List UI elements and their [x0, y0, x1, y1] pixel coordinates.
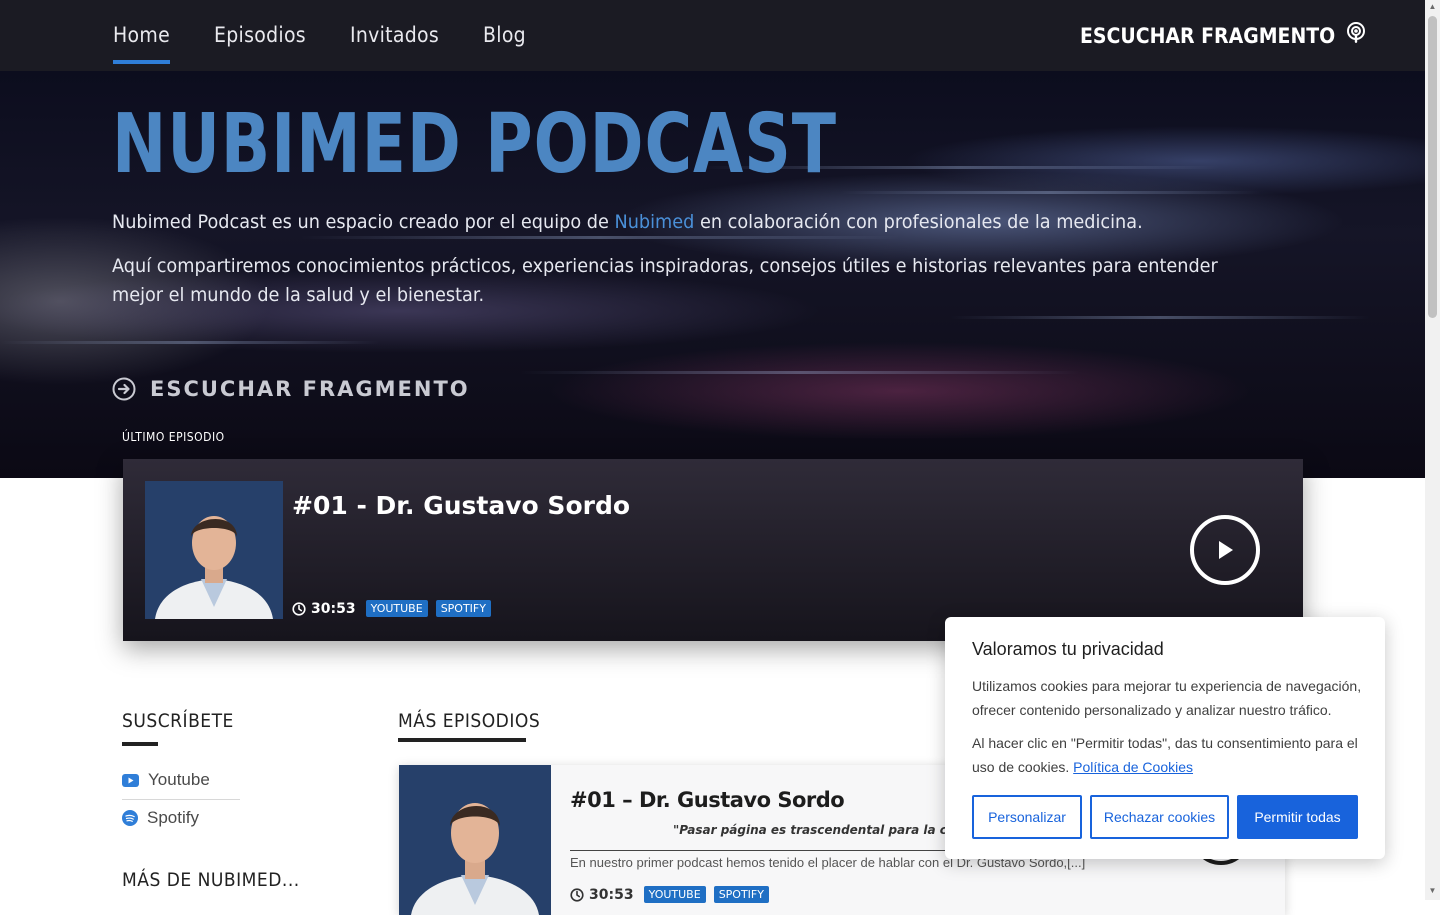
hero-description: Aquí compartiremos conocimientos práctic…: [112, 255, 1218, 306]
nav-item-home[interactable]: Home: [113, 0, 171, 71]
reject-cookies-button[interactable]: Rechazar cookies: [1090, 795, 1229, 839]
scroll-down-icon[interactable]: ▼: [1428, 887, 1437, 895]
listen-fragment-hero-label: ESCUCHAR FRAGMENTO: [150, 377, 470, 401]
spotify-badge[interactable]: SPOTIFY: [435, 600, 491, 617]
duration: 30:53: [570, 887, 634, 903]
cookie-text: Utilizamos cookies para mejorar tu exper…: [972, 678, 1362, 718]
clock-icon: [292, 601, 306, 616]
sidebar-link-youtube-label: Youtube: [148, 770, 210, 789]
hero-intro-before: Nubimed Podcast es un espacio creado por…: [112, 211, 615, 233]
hero-title: NUBIMED PODCAST: [112, 97, 837, 192]
main-nav: Home Episodios Invitados Blog: [113, 0, 526, 71]
clock-icon: [570, 887, 584, 902]
youtube-icon: [122, 773, 139, 787]
scrollbar[interactable]: ▲ ▼: [1425, 0, 1440, 900]
hero-intro-after: en colaboración con profesionales de la …: [694, 211, 1143, 233]
listen-fragment-nav-label: ESCUCHAR FRAGMENTO: [1080, 23, 1336, 48]
more-episodes-underline: [398, 738, 526, 742]
guest-photo: [145, 481, 283, 619]
podcast-icon: [1345, 21, 1367, 50]
sidebar-divider: [122, 799, 240, 800]
hero-intro-text: Nubimed Podcast es un espacio creado por…: [112, 208, 1228, 237]
play-button[interactable]: [1190, 515, 1260, 585]
scroll-up-icon[interactable]: ▲: [1428, 3, 1437, 11]
listen-fragment-nav-button[interactable]: ESCUCHAR FRAGMENTO: [1080, 0, 1367, 71]
nubimed-link[interactable]: Nubimed: [614, 211, 694, 233]
youtube-badge[interactable]: YOUTUBE: [643, 886, 706, 903]
scrollbar-thumb[interactable]: [1428, 16, 1437, 318]
cookie-consent-banner: Valoramos tu privacidad Utilizamos cooki…: [945, 617, 1385, 859]
sidebar-link-spotify[interactable]: Spotify: [122, 808, 199, 828]
cookie-title: Valoramos tu privacidad: [972, 639, 1164, 659]
subscribe-underline: [122, 742, 158, 746]
cookie-policy-link[interactable]: Política de Cookies: [1073, 759, 1193, 775]
more-episodes-heading: MÁS EPISODIOS: [398, 710, 541, 732]
sidebar-link-youtube[interactable]: Youtube: [122, 770, 210, 790]
spotify-icon: [122, 810, 138, 826]
latest-episode-card[interactable]: #01 - Dr. Gustavo Sordo 30:53 YOUTUBE SP…: [123, 459, 1303, 641]
cookie-consent-text: Al hacer clic en "Permitir todas", das t…: [972, 731, 1362, 779]
nav-item-episodios[interactable]: Episodios: [214, 0, 306, 71]
duration: 30:53: [292, 601, 356, 617]
duration-value: 30:53: [589, 886, 634, 903]
guest-photo: [399, 765, 551, 915]
youtube-badge[interactable]: YOUTUBE: [365, 600, 428, 617]
spotify-badge[interactable]: SPOTIFY: [713, 886, 769, 903]
latest-episode-title[interactable]: #01 - Dr. Gustavo Sordo: [292, 491, 630, 520]
episode-title[interactable]: #01 – Dr. Gustavo Sordo: [570, 788, 845, 812]
listen-fragment-hero-button[interactable]: ESCUCHAR FRAGMENTO: [112, 377, 470, 401]
more-nubimed-heading: MÁS DE NUBIMED...: [122, 869, 300, 891]
episode-meta: 30:53 YOUTUBE SPOTIFY: [570, 886, 769, 903]
top-navbar: Home Episodios Invitados Blog ESCUCHAR F…: [0, 0, 1425, 71]
nav-item-blog[interactable]: Blog: [483, 0, 526, 71]
nav-item-invitados[interactable]: Invitados: [350, 0, 439, 71]
duration-value: 30:53: [311, 600, 356, 617]
latest-episode-meta: 30:53 YOUTUBE SPOTIFY: [292, 600, 491, 617]
sidebar-link-spotify-label: Spotify: [147, 808, 199, 827]
accept-all-cookies-button[interactable]: Permitir todas: [1237, 795, 1358, 839]
play-icon: [1215, 539, 1235, 561]
subscribe-heading: SUSCRÍBETE: [122, 710, 234, 732]
customize-cookies-button[interactable]: Personalizar: [972, 795, 1082, 839]
arrow-circle-right-icon: [112, 377, 136, 401]
latest-episode-label: ÚLTIMO EPISODIO: [122, 430, 225, 444]
